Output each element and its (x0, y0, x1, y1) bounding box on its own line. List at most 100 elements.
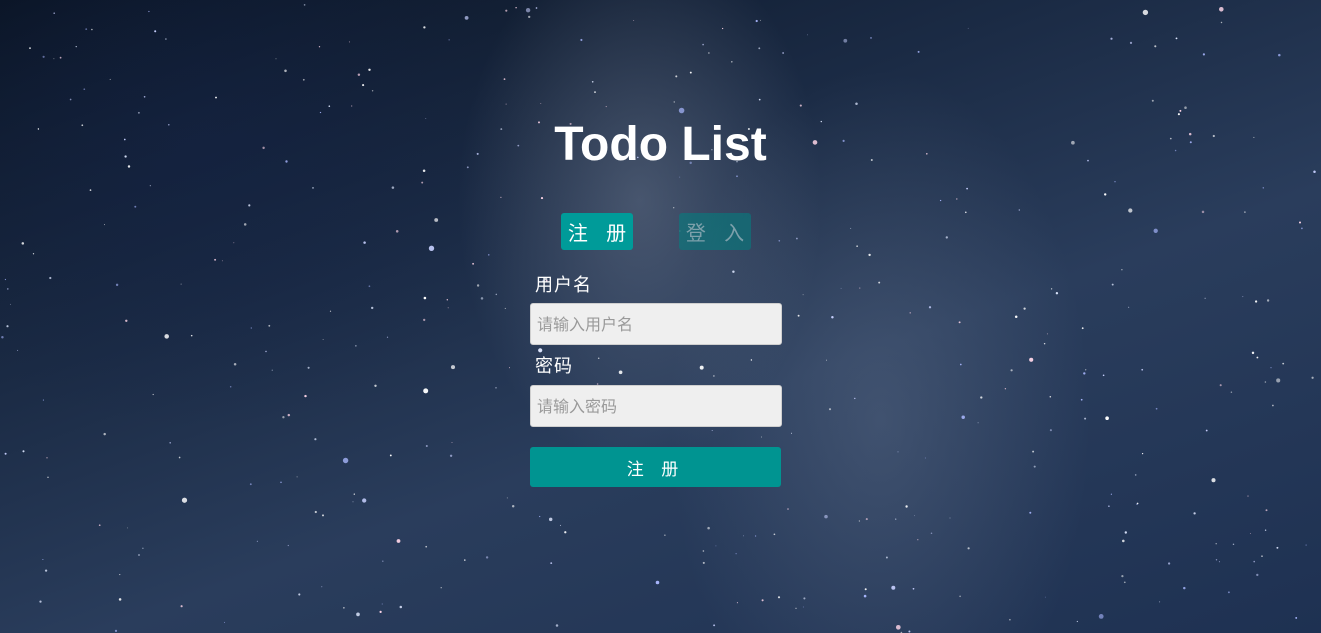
star (505, 103, 507, 105)
star (215, 96, 217, 99)
star (287, 544, 289, 547)
star (476, 284, 480, 287)
star (282, 416, 285, 419)
star (1298, 221, 1302, 224)
star (381, 603, 383, 605)
star (423, 318, 426, 322)
star (782, 52, 784, 54)
star (1102, 374, 1105, 377)
star (675, 75, 678, 78)
star (939, 199, 942, 202)
star (125, 319, 128, 323)
star (679, 176, 681, 178)
star (488, 254, 490, 256)
star (715, 545, 717, 547)
star (4, 278, 6, 281)
star (539, 515, 541, 518)
star (1081, 327, 1084, 330)
star (1184, 106, 1187, 109)
star (673, 101, 675, 103)
star (165, 38, 167, 40)
star (423, 296, 427, 300)
star (868, 253, 871, 257)
star (357, 73, 361, 77)
star (909, 312, 911, 314)
star (1128, 306, 1130, 308)
star (966, 187, 968, 190)
star (1084, 417, 1087, 420)
star (6, 325, 9, 328)
password-input[interactable] (530, 385, 782, 427)
star (321, 514, 325, 517)
star (731, 61, 733, 63)
star (580, 38, 583, 42)
star (142, 547, 144, 549)
star (1311, 376, 1314, 379)
star (958, 321, 961, 324)
star (342, 457, 349, 464)
star (229, 386, 232, 388)
star (363, 241, 366, 244)
star (1256, 573, 1259, 577)
star (1043, 342, 1046, 345)
star (863, 594, 867, 598)
username-input[interactable] (530, 303, 782, 345)
star (967, 27, 969, 29)
star (1121, 574, 1124, 578)
star (423, 388, 429, 394)
star (428, 245, 435, 251)
star (721, 27, 724, 30)
star (53, 12, 56, 15)
star (154, 30, 157, 33)
star (760, 436, 762, 438)
star (1153, 228, 1158, 233)
star (1202, 53, 1206, 56)
star (6, 288, 9, 290)
star (1175, 37, 1178, 40)
star (42, 558, 44, 561)
star (1111, 283, 1114, 286)
star (967, 547, 970, 550)
star (1108, 505, 1110, 508)
star (391, 186, 395, 189)
star (1232, 543, 1235, 546)
register-submit-button[interactable]: 注 册 (530, 447, 781, 487)
star (755, 19, 758, 23)
star (711, 429, 713, 432)
star (302, 78, 305, 81)
star (977, 422, 979, 424)
star (371, 90, 374, 92)
star (500, 196, 502, 199)
star (535, 7, 538, 9)
star (1256, 356, 1259, 359)
star (356, 612, 360, 617)
star (46, 456, 48, 459)
star (446, 299, 448, 301)
star (597, 357, 600, 359)
star (312, 187, 314, 189)
star (961, 415, 965, 419)
star (329, 310, 332, 312)
star (169, 442, 171, 444)
star (825, 359, 828, 361)
star (1098, 614, 1104, 619)
tab-login[interactable]: 登 入 (679, 213, 751, 250)
star (1201, 210, 1205, 214)
star (559, 524, 562, 526)
star (856, 245, 858, 247)
star (1272, 404, 1274, 407)
star (303, 4, 306, 6)
star (1220, 21, 1223, 24)
star (1244, 211, 1246, 213)
star (1154, 45, 1157, 48)
star (1262, 187, 1265, 189)
star (1076, 620, 1078, 623)
star (540, 102, 542, 104)
star (243, 223, 247, 226)
star (870, 37, 872, 39)
star (803, 597, 806, 600)
star (1251, 351, 1255, 355)
star (322, 339, 324, 340)
tab-register[interactable]: 注 册 (561, 213, 633, 250)
star (451, 441, 453, 443)
